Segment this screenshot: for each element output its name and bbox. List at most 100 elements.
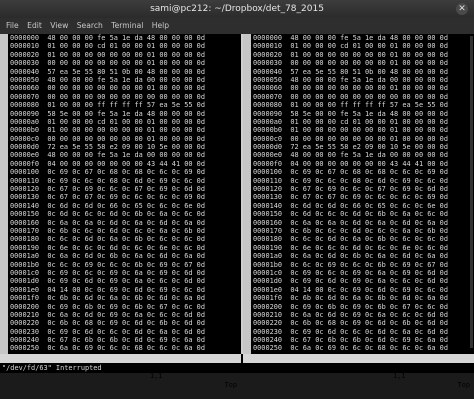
right-hex-row: 0000200 0c 69 0c 6b 0c 69 0c 6b 0c 67 0c… (253, 302, 448, 311)
right-hex-row: 0000040 57 ea 5e 55 80 51 0b 00 48 00 00… (253, 67, 448, 76)
right-hex-row: 0000020 01 00 00 00 00 00 00 00 01 00 00… (253, 50, 448, 59)
left-hex-row: 00000f0 04 00 00 00 00 00 00 00 43 44 41… (10, 159, 205, 168)
left-hex-row: 0000240 0c 67 0c 6b 0c 6b 0c 6d 0c 69 0c… (10, 336, 205, 345)
menu-bar: File Edit View Search Terminal Help (0, 18, 474, 34)
left-hex-row: 0000150 0c 6d 0c 6c 0c 6d 0c 6b 0c 6a 0c… (10, 210, 205, 219)
menu-terminal[interactable]: Terminal (111, 18, 143, 34)
right-hex-row: 0000060 00 00 00 00 00 00 00 00 01 00 00… (253, 84, 448, 93)
right-hex-row: 00000a0 01 00 00 00 cd 01 00 00 01 00 00… (253, 117, 448, 126)
left-hex-row: 0000070 00 00 00 00 00 00 00 00 00 00 00… (10, 92, 205, 101)
left-hex-row: 00001a0 0c 6a 0c 6d 0c 6b 0c 6a 0c 6d 0c… (10, 252, 205, 261)
left-hex-row: 00000a0 01 00 00 00 cd 01 00 00 01 00 00… (10, 117, 205, 126)
menu-view[interactable]: View (50, 18, 68, 34)
scrollbar[interactable] (470, 36, 473, 348)
left-hex-row: 0000130 0c 67 0c 67 0c 69 0c 6c 0c 6c 0c… (10, 193, 205, 202)
window-title: sami@pc212: ~/Dropbox/det_78_2015 (150, 4, 324, 14)
left-hex-row: 00000d0 72 ea 5e 55 58 e2 09 00 10 5e 00… (10, 143, 205, 152)
right-hex-row: 00001b0 0c 6c 0c 69 0c 6c 0c 6b 0c 69 0c… (253, 260, 448, 269)
left-hex-row: 0000190 0c 6e 0c 6c 0c 6d 0c 6c 0c 6e 0c… (10, 243, 205, 252)
left-hex-row: 0000160 0c 6a 0c 6a 0c 6d 0c 6a 0c 6d 0c… (10, 218, 205, 227)
terminal-area[interactable]: 0000000 48 00 00 00 fe 5a 1e da 48 00 00… (0, 34, 474, 389)
right-hex-row: 00000c0 00 00 00 00 00 00 00 00 01 00 00… (253, 134, 448, 143)
right-hex-row: 0000170 0c 6b 0c 6c 0c 6d 0c 6c 0c 6a 0c… (253, 226, 448, 235)
left-hex-row: 0000010 01 00 00 00 cd 01 00 00 01 00 00… (10, 42, 205, 51)
menu-edit[interactable]: Edit (27, 18, 42, 34)
left-hex-row: 0000180 0c 6c 0c 6d 0c 6a 0c 6b 0c 6c 0c… (10, 235, 205, 244)
right-hex-row: 0000140 0c 6d 0c 6d 0c 66 0c 65 0c 6c 0c… (253, 201, 448, 210)
left-hex-row: 0000090 58 5e 00 00 fe 5a 1e da 48 00 00… (10, 109, 205, 118)
command-line[interactable]: "/dev/fd/63" Interrupted (0, 363, 474, 373)
left-hex-row: 0000220 0c 6b 0c 68 0c 69 0c 6d 0c 6b 0c… (10, 319, 205, 328)
left-status-scroll: Top (224, 381, 237, 389)
right-pane-gutter (243, 34, 251, 354)
left-hex-row: 0000020 01 00 00 00 00 00 00 00 01 00 00… (10, 50, 205, 59)
left-hex-row: 0000100 0c 69 0c 67 0c 68 0c 68 0c 6c 0c… (10, 168, 205, 177)
close-icon[interactable]: ✕ (456, 3, 468, 15)
right-hex-row: 0000000 48 00 00 00 fe 5a 1e da 48 00 00… (253, 34, 448, 42)
left-hex-row: 0000110 0c 69 0c 6c 0c 68 0c 6d 0c 69 0c… (10, 176, 205, 185)
right-hex-row: 0000090 58 5e 00 00 fe 5a 1e da 48 00 00… (253, 109, 448, 118)
right-hex-row: 00001d0 0c 69 0c 6d 0c 69 0c 6a 0c 6c 0c… (253, 277, 448, 286)
left-hex-row: 0000140 0c 6d 0c 6d 0c 66 0c 65 0c 6c 0c… (10, 201, 205, 210)
left-hex-row: 0000030 00 00 00 00 00 00 00 00 01 00 00… (10, 59, 205, 68)
right-hex-row: 0000050 48 00 00 00 fe 5a 1e da 00 00 00… (253, 75, 448, 84)
left-hex-rows: 0000000 48 00 00 00 fe 5a 1e da 48 00 00… (10, 34, 205, 353)
left-hex-row: 00001c0 0c 69 0c 6c 0c 69 0c 6a 0c 69 0c… (10, 268, 205, 277)
right-hex-row: 0000130 0c 67 0c 67 0c 69 0c 6c 0c 6c 0c… (253, 193, 448, 202)
left-status-line: /proc/26138/fd/63 [RO] 1,1 Top (0, 354, 241, 389)
left-hex-row: 00001f0 0c 6b 0c 6d 0c 6a 0c 6b 0c 6d 0c… (10, 294, 205, 303)
left-hex-pane[interactable]: 0000000 48 00 00 00 fe 5a 1e da 48 00 00… (0, 34, 243, 354)
right-hex-row: 0000100 0c 69 0c 67 0c 68 0c 68 0c 6c 0c… (253, 168, 448, 177)
right-hex-row: 00000f0 04 00 00 00 00 00 00 00 43 44 41… (253, 159, 448, 168)
right-hex-row: 00000d0 72 ea 5e 55 58 e2 09 00 10 5e 00… (253, 143, 448, 152)
right-hex-row: 00000b0 01 00 00 00 00 00 00 00 01 00 00… (253, 126, 448, 135)
right-hex-row: 00001a0 0c 6a 0c 6d 0c 6b 0c 6a 0c 6d 0c… (253, 252, 448, 261)
left-hex-row: 00000c0 00 00 00 00 00 00 00 00 01 00 00… (10, 134, 205, 143)
right-hex-row: 0000220 0c 6b 0c 68 0c 69 0c 6d 0c 6b 0c… (253, 319, 448, 328)
right-hex-row: 0000160 0c 6a 0c 6a 0c 6d 0c 6a 0c 6d 0c… (253, 218, 448, 227)
right-hex-row: 0000030 00 00 00 00 00 00 00 00 01 00 00… (253, 59, 448, 68)
left-hex-row: 0000120 0c 67 0c 69 0c 6c 0c 67 0c 69 0c… (10, 185, 205, 194)
right-hex-rows: 0000000 48 00 00 00 fe 5a 1e da 48 00 00… (253, 34, 448, 353)
right-hex-row: 0000230 0c 69 0c 6d 0c 6c 0c 6d 0c 6a 0c… (253, 327, 448, 336)
left-pane-gutter (0, 34, 8, 354)
left-hex-row: 0000170 0c 6b 0c 6c 0c 6d 0c 6c 0c 6a 0c… (10, 226, 205, 235)
right-hex-row: 0000150 0c 6d 0c 6c 0c 6d 0c 6b 0c 6a 0c… (253, 210, 448, 219)
right-hex-row: 0000070 00 00 00 00 00 00 00 00 00 00 00… (253, 92, 448, 101)
menu-search[interactable]: Search (77, 18, 103, 34)
left-hex-row: 00001b0 0c 6c 0c 69 0c 6c 0c 6b 0c 69 0c… (10, 260, 205, 269)
right-hex-row: 00001f0 0c 6b 0c 6d 0c 6a 0c 6b 0c 6d 0c… (253, 294, 448, 303)
left-hex-row: 0000210 0c 6a 0c 6d 0c 69 0c 6a 0c 6c 0c… (10, 310, 205, 319)
right-status-scroll: Top (457, 381, 470, 389)
right-hex-pane[interactable]: 0000000 48 00 00 00 fe 5a 1e da 48 00 00… (243, 34, 474, 354)
right-hex-row: 0000180 0c 6c 0c 6d 0c 6a 0c 6b 0c 6c 0c… (253, 235, 448, 244)
left-hex-row: 00001e0 04 14 00 0c 0c 69 0c 6d 0c 69 0c… (10, 285, 205, 294)
right-status-position: 1,1 (393, 372, 406, 380)
left-hex-row: 0000230 0c 69 0c 6d 0c 6c 0c 6d 0c 6a 0c… (10, 327, 205, 336)
left-hex-row: 0000040 57 ea 5e 55 80 51 0b 00 48 00 00… (10, 67, 205, 76)
right-hex-row: 0000190 0c 6e 0c 6c 0c 6d 0c 6c 0c 6e 0c… (253, 243, 448, 252)
right-status-line: /proc/26138/fd/63 [RO] 1,1 Top (243, 354, 474, 389)
right-hex-row: 0000080 01 00 00 00 ff ff ff ff 57 ea 5e… (253, 101, 448, 110)
left-hex-row: 0000250 0c 6a 0c 69 0c 6c 0c 68 0c 6c 0c… (10, 344, 205, 353)
right-hex-row: 0000120 0c 67 0c 69 0c 6c 0c 67 0c 69 0c… (253, 185, 448, 194)
right-hex-row: 00001c0 0c 69 0c 6c 0c 69 0c 6a 0c 69 0c… (253, 268, 448, 277)
left-status-position: 1,1 (150, 372, 163, 380)
left-hex-row: 00001d0 0c 69 0c 6d 0c 69 0c 6a 0c 6c 0c… (10, 277, 205, 286)
left-hex-row: 0000050 48 00 00 00 fe 5a 1e da 00 00 00… (10, 75, 205, 84)
left-hex-row: 0000000 48 00 00 00 fe 5a 1e da 48 00 00… (10, 34, 205, 42)
menu-file[interactable]: File (6, 18, 19, 34)
right-hex-row: 0000110 0c 69 0c 6c 0c 68 0c 6d 0c 69 0c… (253, 176, 448, 185)
right-hex-row: 0000010 01 00 00 00 cd 01 00 00 01 00 00… (253, 42, 448, 51)
left-hex-row: 0000200 0c 69 0c 6b 0c 69 0c 6b 0c 67 0c… (10, 302, 205, 311)
left-hex-row: 00000b0 01 00 00 00 00 00 00 00 01 00 00… (10, 126, 205, 135)
right-hex-row: 0000250 0c 6a 0c 69 0c 6c 0c 68 0c 6c 0c… (253, 344, 448, 353)
menu-help[interactable]: Help (152, 18, 169, 34)
left-hex-row: 0000080 01 00 00 00 ff ff ff ff 57 ea 5e… (10, 101, 205, 110)
left-hex-row: 00000e0 48 00 00 00 fe 5a 1e da 00 00 00… (10, 151, 205, 160)
window-titlebar: sami@pc212: ~/Dropbox/det_78_2015 ✕ (0, 0, 474, 18)
right-hex-row: 00000e0 48 00 00 00 fe 5a 1e da 00 00 00… (253, 151, 448, 160)
right-hex-row: 0000240 0c 67 0c 6b 0c 6b 0c 6d 0c 69 0c… (253, 336, 448, 345)
left-hex-row: 0000060 00 00 00 00 00 00 00 00 01 00 00… (10, 84, 205, 93)
right-hex-row: 00001e0 04 14 00 0c 0c 69 0c 6d 0c 69 0c… (253, 285, 448, 294)
